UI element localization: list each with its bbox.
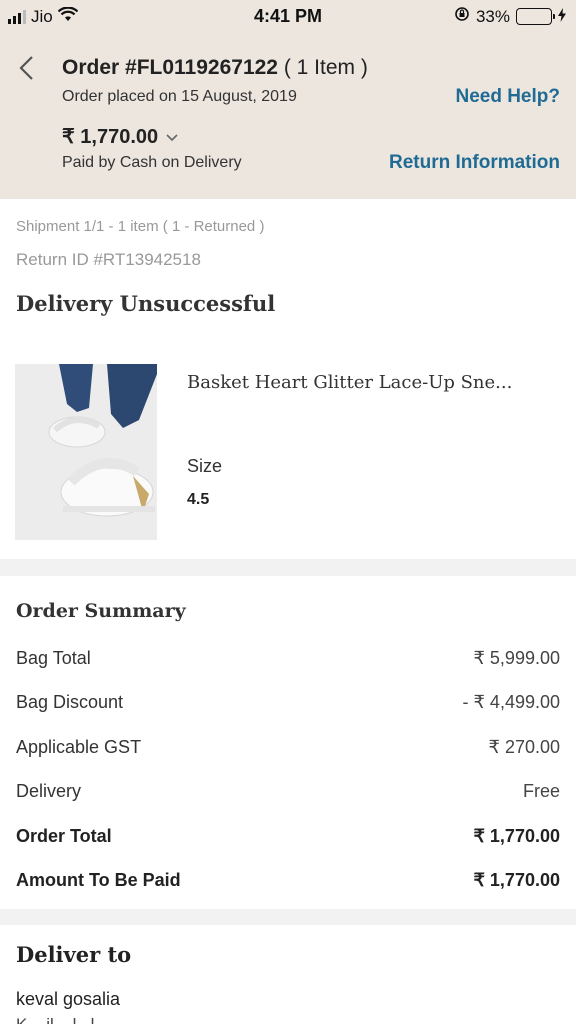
summary-value: ₹ 1,770.00 <box>473 870 560 890</box>
need-help-link[interactable]: Need Help? <box>455 86 560 108</box>
product-image[interactable] <box>15 364 157 540</box>
summary-label: Bag Total <box>16 648 91 668</box>
summary-label: Delivery <box>16 781 82 801</box>
summary-row-amount-to-pay: Amount To Be Paid ₹ 1,770.00 <box>16 870 560 891</box>
return-id: Return ID #RT13942518 <box>16 250 201 269</box>
shipment-card: Shipment 1/1 - 1 item ( 1 - Returned ) R… <box>0 199 576 559</box>
summary-label: Order Total <box>16 826 112 846</box>
return-information-link[interactable]: Return Information <box>389 152 560 174</box>
summary-row-gst: Applicable GST ₹ 270.00 <box>16 737 560 758</box>
battery-percent: 33% <box>475 6 510 26</box>
order-amount: ₹ 1,770.00 <box>62 126 159 148</box>
recipient-name: keval gosalia <box>16 989 121 1009</box>
charging-icon <box>558 7 566 27</box>
order-amount-toggle[interactable]: ₹ 1,770.00 <box>62 124 178 149</box>
summary-row-bag-discount: Bag Discount - ₹ 4,499.00 <box>16 692 560 713</box>
deliver-to-title: Deliver to <box>16 942 132 967</box>
summary-value: Free <box>522 781 560 801</box>
order-date: Order placed on 15 August, 2019 <box>62 88 297 105</box>
size-value: 4.5 <box>187 491 210 508</box>
order-title: Order #FL0119267122 ( 1 Item ) <box>62 56 368 80</box>
summary-label: Bag Discount <box>16 692 124 712</box>
order-header: Order #FL0119267122 ( 1 Item ) Order pla… <box>0 32 576 199</box>
status-bar: Jio 4:41 PM 33% <box>0 0 576 32</box>
back-button[interactable] <box>16 54 44 82</box>
shipment-info: Shipment 1/1 - 1 item ( 1 - Returned ) <box>16 218 265 235</box>
summary-value: - ₹ 4,499.00 <box>462 692 560 712</box>
summary-row-bag-total: Bag Total ₹ 5,999.00 <box>16 648 560 669</box>
deliver-to-card: Deliver to keval gosalia K... il... l...… <box>0 925 576 1024</box>
summary-value: ₹ 270.00 <box>488 737 560 757</box>
delivery-status: Delivery Unsuccessful <box>16 291 276 316</box>
summary-row-order-total: Order Total ₹ 1,770.00 <box>16 826 560 847</box>
summary-value: ₹ 5,999.00 <box>473 648 560 668</box>
summary-value: ₹ 1,770.00 <box>473 826 560 846</box>
rotation-lock-icon <box>454 6 470 27</box>
status-right: 33% <box>454 6 566 27</box>
battery-icon <box>516 8 555 25</box>
payment-method: Paid by Cash on Delivery <box>62 154 242 171</box>
size-label: Size <box>187 456 223 476</box>
chevron-down-icon <box>166 129 178 145</box>
order-summary-card: Order Summary Bag Total ₹ 5,999.00 Bag D… <box>0 576 576 909</box>
order-summary-title: Order Summary <box>16 600 186 622</box>
summary-label: Amount To Be Paid <box>16 870 181 890</box>
summary-row-delivery: Delivery Free <box>16 781 560 802</box>
summary-label: Applicable GST <box>16 737 142 757</box>
chevron-left-icon <box>19 56 33 80</box>
order-number: Order #FL0119267122 <box>62 56 278 79</box>
item-count: ( 1 Item ) <box>283 56 368 79</box>
recipient-address: K... il... l...l... <box>16 1015 109 1024</box>
product-name[interactable]: Basket Heart Glitter Lace-Up Sne... <box>187 372 547 393</box>
